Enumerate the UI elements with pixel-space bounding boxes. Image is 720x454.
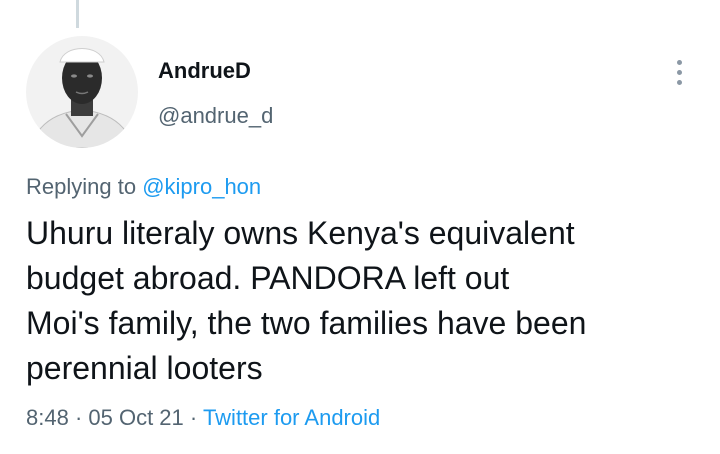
tweet-text-line: Moi's family, the two families have been [26,305,587,341]
tweet-text-line: Uhuru literaly owns Kenya's equivalent [26,215,575,251]
tweet-time[interactable]: 8:48 [26,405,69,430]
replying-to: Replying to @kipro_hon [26,174,261,200]
reply-mention-link[interactable]: @kipro_hon [142,174,261,199]
author-name[interactable]: AndrueD [158,58,251,84]
tweet-source-link[interactable]: Twitter for Android [203,405,380,430]
more-options-button[interactable] [666,56,694,88]
thread-connector-line [76,0,79,28]
meta-separator: · [183,405,203,430]
tweet-metadata: 8:48 · 05 Oct 21 · Twitter for Android [26,405,380,431]
tweet-text-line: budget abroad. PANDORA left out [26,260,510,296]
author-handle[interactable]: @andrue_d [158,103,273,129]
tweet-text: Uhuru literaly owns Kenya's equivalent b… [26,211,696,391]
tweet-text-line: perennial looters [26,350,263,386]
replying-to-label: Replying to [26,174,143,199]
avatar-photo [26,36,138,148]
avatar[interactable] [26,36,138,148]
tweet-date[interactable]: 05 Oct 21 [88,405,183,430]
meta-separator: · [68,405,89,430]
